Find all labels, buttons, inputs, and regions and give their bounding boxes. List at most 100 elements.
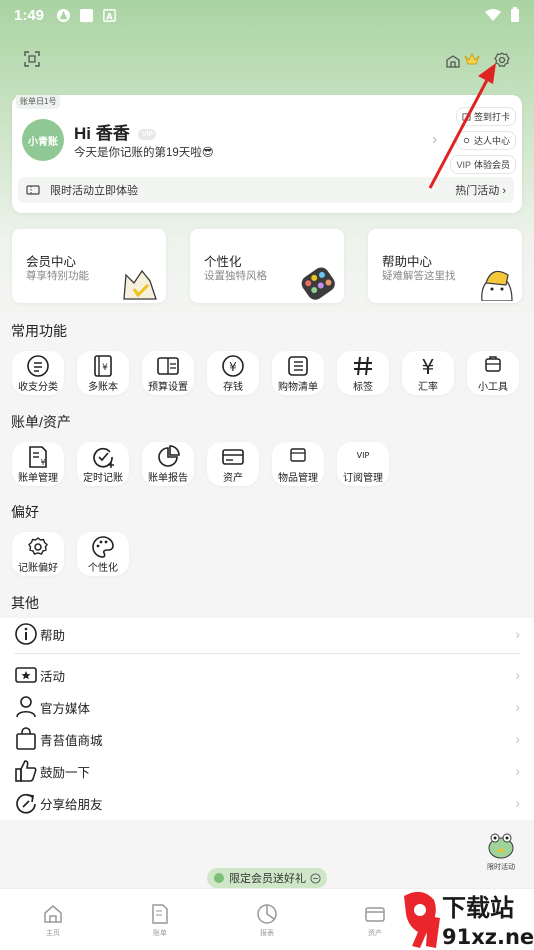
user-greeting: Hi 香香 VIP: [74, 119, 157, 144]
limited-activity-row[interactable]: 限时活动立即体验 热门活动 ›: [18, 177, 514, 203]
svg-text:¥: ¥: [102, 363, 108, 373]
floating-activity-label: 限时活动: [487, 864, 515, 871]
app-notification-icon: [56, 8, 71, 22]
svg-text:VIP: VIP: [357, 451, 370, 460]
budget-calculator-icon: [157, 357, 179, 375]
vip-text-icon: VIP: [456, 159, 471, 170]
member-gift-label: 限定会员送好礼: [229, 873, 306, 885]
member-center-card[interactable]: 会员中心 尊享特别功能: [12, 229, 166, 303]
tab-assets-label: 资产: [368, 930, 382, 937]
status-time: 1:49: [14, 6, 45, 24]
clock-check-icon: [93, 447, 114, 468]
subscription-button[interactable]: VIP 订阅管理: [337, 442, 389, 486]
personalize-button[interactable]: 个性化: [77, 532, 129, 576]
checkin-link[interactable]: 签到打卡: [455, 107, 516, 126]
assets-label: 资产: [223, 473, 243, 484]
tab-reports-label: 报表: [260, 930, 274, 937]
chart-pie-icon: [257, 904, 277, 924]
tools-button[interactable]: 小工具: [467, 351, 519, 395]
encourage-row[interactable]: 鼓励一下 ›: [14, 757, 520, 785]
tab-reports[interactable]: 报表: [237, 903, 297, 938]
days-counter-text: 今天是你记账的第19天啦😎: [74, 147, 214, 159]
activity-row[interactable]: 活动 ›: [14, 661, 520, 689]
tab-home-label: 主页: [46, 930, 60, 937]
feature-cards: 会员中心 尊享特别功能 个性化 设置独特风格 帮助中心 疑难解答这里找: [12, 229, 522, 303]
tiger-mascot-icon: [481, 270, 513, 301]
svg-text:A: A: [106, 11, 113, 21]
limited-activity-label: 限时活动立即体验: [50, 185, 138, 197]
bill-report-button[interactable]: 账单报告: [142, 442, 194, 486]
share-refresh-icon: [16, 793, 36, 814]
tags-button[interactable]: 标签: [337, 351, 389, 395]
profile-card[interactable]: 账单日1号 小青账 Hi 香香 VIP 今天是你记账的第19天啦😎 › 签到打卡…: [12, 95, 522, 213]
item-management-button[interactable]: 物品管理: [272, 442, 324, 486]
star-ticket-icon: [15, 667, 37, 683]
bill-icon: [152, 904, 168, 924]
scheduled-bill-label: 定时记账: [83, 473, 123, 484]
budget-label: 预算设置: [148, 382, 188, 393]
exchange-rate-button[interactable]: ¥ 汇率: [402, 351, 454, 395]
member-gift-banner[interactable]: 限定会员送好礼: [207, 868, 327, 888]
moss-mall-row[interactable]: 青苔值商城 ›: [14, 725, 520, 753]
frog-small-icon: [214, 873, 224, 883]
svg-text:¥: ¥: [40, 458, 45, 467]
common-functions-grid: 收支分类 ¥ 多账本 预算设置 ¥ 存钱 购物清单 标签 ¥ 汇率 小工具: [12, 351, 519, 395]
ledger-book-icon: ¥: [94, 355, 112, 377]
help-row[interactable]: 帮助 ›: [14, 620, 520, 648]
help-label: 帮助: [40, 628, 66, 643]
chevron-right-icon: ›: [515, 699, 520, 715]
share-row[interactable]: 分享给朋友 ›: [14, 789, 520, 817]
palette-small-icon: [92, 536, 114, 558]
vip-badge: VIP: [138, 129, 157, 141]
palette-icon: [301, 267, 335, 300]
info-icon: [15, 623, 37, 645]
crown-icon[interactable]: [463, 51, 481, 69]
personalize-subtitle: 设置独特风格: [204, 270, 267, 282]
other-list: 帮助 › 活动 › 官方媒体 › 青苔值商城 › 鼓励一下 › 分享给朋友 ›: [0, 618, 534, 820]
multi-ledger-button[interactable]: ¥ 多账本: [77, 351, 129, 395]
tab-bills-label: 账单: [153, 930, 167, 937]
hot-activity-link[interactable]: 热门活动 ›: [455, 182, 506, 198]
bookkeeping-prefs-button[interactable]: 记账偏好: [12, 532, 64, 576]
personalize-card[interactable]: 个性化 设置独特风格: [190, 229, 344, 303]
toolbox-icon: [485, 356, 501, 372]
savings-button[interactable]: ¥ 存钱: [207, 351, 259, 395]
scheduled-bill-button[interactable]: 定时记账: [77, 442, 129, 486]
skin-shop-icon[interactable]: [444, 52, 462, 70]
budget-button[interactable]: 预算设置: [142, 351, 194, 395]
header-toolbar: [0, 50, 534, 70]
trial-member-link[interactable]: VIP 体验会员: [450, 155, 516, 174]
close-circle-icon[interactable]: [310, 872, 321, 884]
bill-management-button[interactable]: ¥ 账单管理: [12, 442, 64, 486]
chevron-right-icon: ›: [515, 731, 520, 747]
floating-activity-button[interactable]: 限时活动: [484, 830, 518, 872]
tab-assets[interactable]: 资产: [345, 903, 405, 938]
tab-home[interactable]: 主页: [23, 903, 83, 938]
tab-bills[interactable]: 账单: [130, 903, 190, 938]
chevron-right-icon[interactable]: ›: [432, 131, 437, 149]
shopping-list-button[interactable]: 购物清单: [272, 351, 324, 395]
watermark-logo: 下载站 91xz.net: [404, 891, 534, 949]
assets-button[interactable]: 资产: [207, 442, 259, 486]
yen-icon: ¥: [422, 355, 435, 378]
a-notification-icon: A: [103, 8, 116, 22]
official-media-row[interactable]: 官方媒体 ›: [14, 693, 520, 721]
help-center-subtitle: 疑难解答这里找: [382, 270, 456, 282]
expert-center-link[interactable]: 达人中心: [455, 131, 516, 150]
checklist-icon: [288, 356, 308, 376]
person-icon: [16, 696, 36, 718]
help-center-card[interactable]: 帮助中心 疑难解答这里找: [368, 229, 522, 303]
category-label: 收支分类: [18, 382, 58, 393]
chevron-right-icon: ›: [515, 763, 520, 779]
category-button[interactable]: 收支分类: [12, 351, 64, 395]
settings-gear-icon[interactable]: [493, 51, 511, 69]
chevron-right-icon: ›: [515, 795, 520, 811]
preferences-grid: 记账偏好 个性化: [12, 532, 129, 576]
avatar[interactable]: 小青账: [22, 119, 64, 161]
scan-icon[interactable]: [23, 50, 41, 68]
thumbs-up-icon: [15, 760, 37, 782]
frog-mascot-icon: [488, 833, 514, 859]
sun-icon: [463, 137, 470, 144]
bill-report-label: 账单报告: [148, 473, 188, 484]
tools-label: 小工具: [478, 382, 508, 393]
